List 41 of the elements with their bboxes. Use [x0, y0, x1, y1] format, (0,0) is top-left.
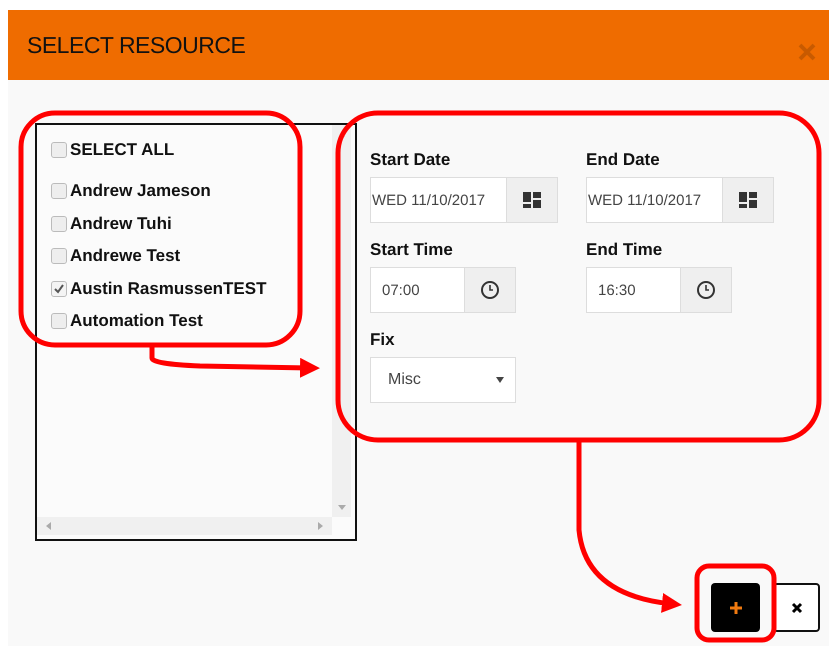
clock-button[interactable]	[464, 267, 516, 313]
field-label: Fix	[370, 330, 396, 350]
resource-checkbox[interactable]: Andrew Jameson	[51, 175, 355, 208]
fix-dropdown[interactable]: Misc	[370, 357, 516, 403]
date-field[interactable]: WED 11/10/2017	[586, 177, 722, 223]
field-label: End Time	[586, 240, 664, 260]
clock-icon	[696, 280, 716, 300]
scroll-down-arrow-icon[interactable]	[336, 503, 346, 511]
cancel-button[interactable]	[773, 583, 820, 632]
scroll-left-arrow-icon[interactable]	[45, 521, 53, 531]
field-label: End Date	[586, 150, 661, 170]
calendar-icon	[523, 192, 541, 208]
checkbox[interactable]	[51, 216, 67, 232]
dialog-title: SELECT RESOURCE	[27, 32, 246, 58]
date-field[interactable]: WED 11/10/2017	[370, 177, 506, 223]
resource-checkbox[interactable]: Austin RasmussenTEST	[51, 272, 355, 305]
checkbox[interactable]	[51, 248, 67, 264]
calendar-icon	[739, 192, 757, 208]
resource-checkbox[interactable]: Automation Test	[51, 305, 355, 338]
resource-checkbox[interactable]: Andrewe Test	[51, 240, 355, 272]
field-label: Start Time	[370, 240, 454, 260]
scroll-right-arrow-icon[interactable]	[316, 521, 324, 531]
checkbox[interactable]	[51, 313, 67, 330]
select-all-checkbox[interactable]: SELECT ALL	[51, 136, 355, 164]
time-field[interactable]: 16:30	[586, 267, 680, 313]
dropdown-caret-icon	[495, 376, 505, 384]
checkbox[interactable]	[51, 280, 67, 297]
checkbox[interactable]	[51, 183, 67, 200]
calendar-button[interactable]	[506, 177, 558, 223]
time-field[interactable]: 07:00	[370, 267, 464, 313]
field-label: Start Date	[370, 150, 452, 170]
close-icon	[790, 602, 802, 614]
close-icon	[797, 42, 817, 62]
calendar-button[interactable]	[722, 177, 774, 223]
add-button[interactable]	[711, 583, 760, 632]
clock-icon	[480, 280, 500, 300]
checkbox[interactable]	[51, 142, 67, 158]
clock-button[interactable]	[680, 267, 732, 313]
resource-checkbox[interactable]: Andrew Tuhi	[51, 208, 355, 240]
horizontal-scrollbar[interactable]	[37, 517, 332, 535]
plus-icon	[728, 600, 742, 614]
